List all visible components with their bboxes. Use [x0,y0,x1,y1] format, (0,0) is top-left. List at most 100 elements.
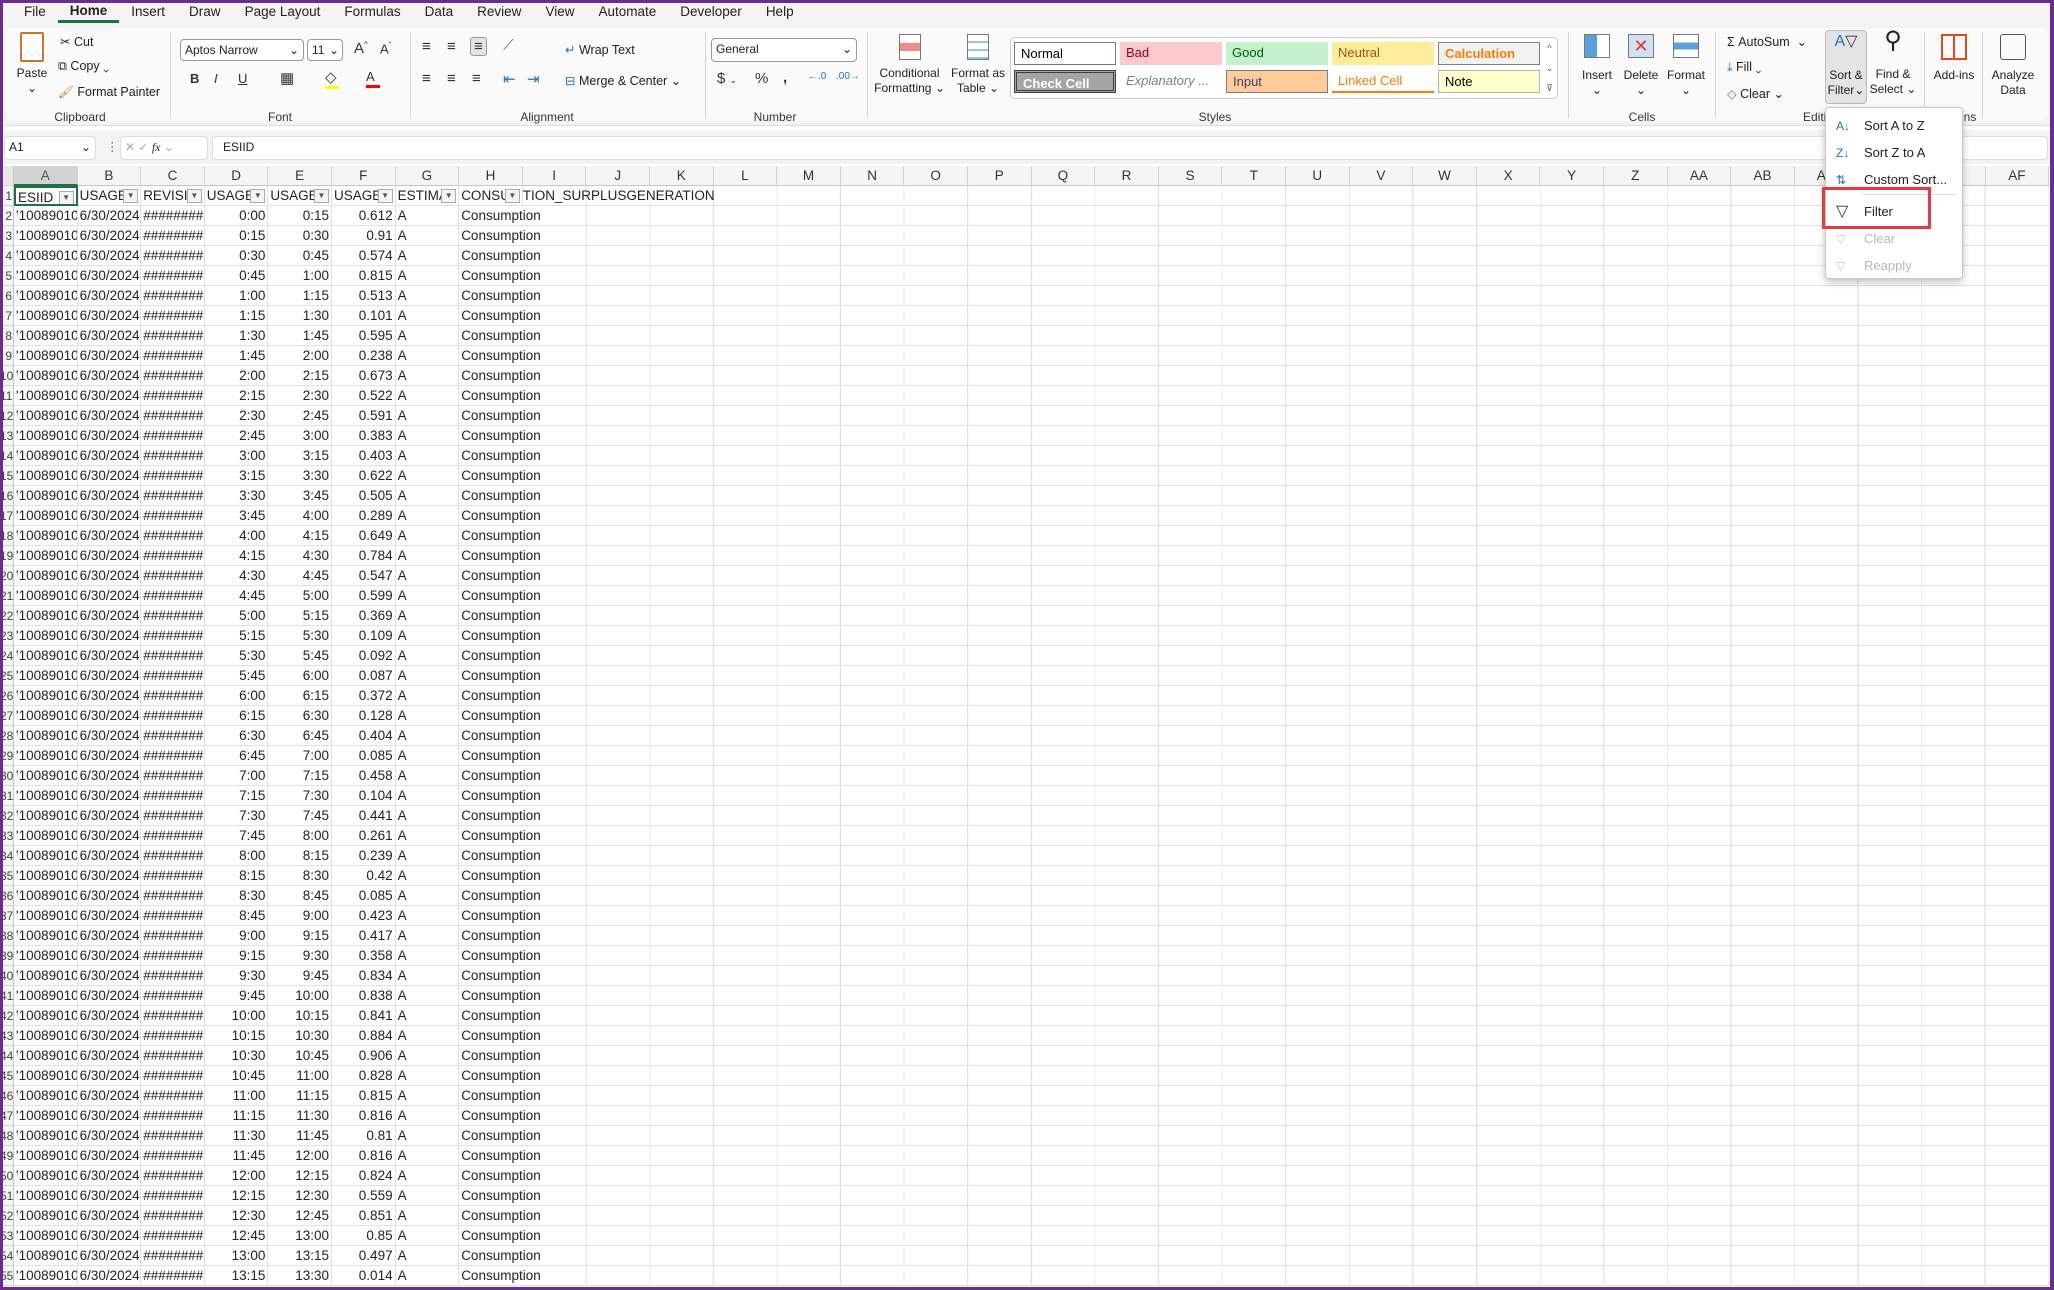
data-cell[interactable]: 6/30/2024 [77,1026,142,1046]
row-header[interactable]: 37 [0,906,14,926]
data-cell[interactable]: ######## [141,1086,205,1106]
data-cell[interactable]: A [395,246,460,266]
data-cell[interactable]: 1:30 [204,326,269,346]
data-cell[interactable]: 6/30/2024 [77,426,142,446]
row-header[interactable]: 38 [0,926,14,946]
data-cell[interactable]: A [395,926,460,946]
data-cell[interactable]: ######## [141,446,205,466]
column-header-C[interactable]: C [141,166,205,186]
data-cell[interactable]: 11:00 [204,1086,269,1106]
data-cell[interactable]: ######## [141,626,205,646]
data-cell[interactable]: A [395,586,460,606]
data-cell[interactable]: '10089010: [14,1226,78,1246]
data-cell[interactable]: 6/30/2024 [77,206,142,226]
data-cell[interactable]: 6/30/2024 [77,726,142,746]
column-header-P[interactable]: P [968,166,1032,186]
row-header[interactable]: 21 [0,586,14,606]
row-header[interactable]: 32 [0,806,14,826]
data-cell[interactable]: 6/30/2024 [77,1126,142,1146]
data-cell[interactable]: 1:30 [268,306,332,326]
data-cell[interactable]: Consumption [459,866,587,886]
data-cell[interactable]: Consumption [459,826,587,846]
data-cell[interactable]: 0.815 [332,1086,396,1106]
data-cell[interactable]: Consumption [459,846,587,866]
data-cell[interactable]: '10089010: [14,886,78,906]
header-cell[interactable]: REVISIO ▼ [141,186,205,206]
data-cell[interactable]: 11:30 [268,1106,332,1126]
data-cell[interactable]: '10089010: [14,466,78,486]
data-cell[interactable]: 9:45 [204,986,269,1006]
data-cell[interactable]: 5:00 [268,586,332,606]
data-cell[interactable]: 0.906 [332,1046,396,1066]
data-cell[interactable]: A [395,566,460,586]
row-header[interactable]: 6 [0,286,14,306]
data-cell[interactable]: 6/30/2024 [77,706,142,726]
row-header[interactable]: 4 [0,246,14,266]
data-cell[interactable]: 1:15 [204,306,269,326]
data-cell[interactable]: 4:45 [268,566,332,586]
data-cell[interactable]: 12:45 [268,1206,332,1226]
data-cell[interactable]: 6/30/2024 [77,286,142,306]
data-cell[interactable]: Consumption [459,806,587,826]
data-cell[interactable]: 10:15 [268,1006,332,1026]
column-header-F[interactable]: F [332,166,396,186]
find-select-button[interactable]: ⚲ Find & Select ⌄ [1869,29,1917,97]
data-cell[interactable]: Consumption [459,1006,587,1026]
row-header[interactable]: 55 [0,1266,14,1286]
data-cell[interactable]: '10089010: [14,1186,78,1206]
data-cell[interactable]: ######## [141,586,205,606]
data-cell[interactable]: 8:45 [204,906,269,926]
cell-style-bad[interactable]: Bad [1120,42,1222,65]
data-cell[interactable]: 0.404 [332,726,396,746]
fill-button[interactable]: ⤓ Fill ⌄ [1727,60,1761,75]
data-cell[interactable]: ######## [141,806,205,826]
data-cell[interactable]: 6/30/2024 [77,746,142,766]
data-cell[interactable]: 6/30/2024 [77,326,142,346]
align-top-icon[interactable]: ≡ [422,38,431,55]
data-cell[interactable]: 3:00 [204,446,269,466]
data-cell[interactable]: '10089010: [14,1146,78,1166]
data-cell[interactable]: Consumption [459,566,587,586]
column-header-K[interactable]: K [650,166,714,186]
data-cell[interactable]: Consumption [459,746,587,766]
data-cell[interactable]: 2:00 [268,346,332,366]
data-cell[interactable]: 5:15 [204,626,269,646]
data-cell[interactable]: ######## [141,666,205,686]
data-cell[interactable]: 0.369 [332,606,396,626]
data-cell[interactable]: 13:15 [204,1266,269,1286]
data-cell[interactable]: 6/30/2024 [77,846,142,866]
data-cell[interactable]: ######## [141,946,205,966]
italic-icon[interactable]: I [214,71,218,86]
data-cell[interactable]: '10089010: [14,806,78,826]
data-cell[interactable]: 6:30 [204,726,269,746]
row-header[interactable]: 16 [0,486,14,506]
data-cell[interactable]: '10089010: [14,506,78,526]
data-cell[interactable]: 2:00 [204,366,269,386]
data-cell[interactable]: 6/30/2024 [77,226,142,246]
row-header[interactable]: 49 [0,1146,14,1166]
data-cell[interactable]: Consumption [459,726,587,746]
data-cell[interactable]: Consumption [459,526,587,546]
filter-dropdown-button[interactable]: ▼ [313,189,329,203]
clear-button[interactable]: ◇ Clear ⌄ [1727,86,1784,101]
data-cell[interactable]: 4:15 [268,526,332,546]
data-cell[interactable]: 0.824 [332,1166,396,1186]
data-cell[interactable]: 0:30 [268,226,332,246]
data-cell[interactable]: ######## [141,746,205,766]
data-cell[interactable]: ######## [141,386,205,406]
data-cell[interactable]: '10089010: [14,1106,78,1126]
data-cell[interactable]: '10089010: [14,586,78,606]
data-cell[interactable]: Consumption [459,446,587,466]
data-cell[interactable]: '10089010: [14,386,78,406]
data-cell[interactable]: 12:30 [268,1186,332,1206]
data-cell[interactable]: 0:15 [204,226,269,246]
data-cell[interactable]: '10089010: [14,546,78,566]
data-cell[interactable]: '10089010: [14,726,78,746]
data-cell[interactable]: 6/30/2024 [77,906,142,926]
data-cell[interactable]: Consumption [459,1126,587,1146]
data-cell[interactable]: A [395,686,460,706]
fill-color-icon[interactable]: ◇ [325,68,339,89]
cell-style-note[interactable]: Note [1438,70,1540,93]
data-cell[interactable]: 0.547 [332,566,396,586]
analyze-data-button[interactable]: Analyze Data [1985,34,2041,98]
